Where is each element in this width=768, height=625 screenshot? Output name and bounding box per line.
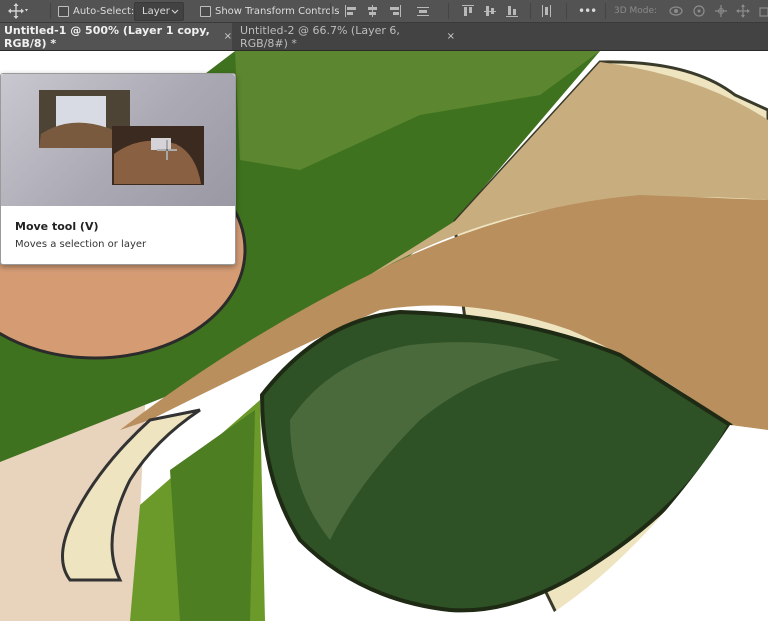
options-bar: Auto-Select: Layer Show Transform Contro…	[0, 0, 768, 23]
separator	[448, 3, 449, 19]
tab-untitled-1[interactable]: Untitled-1 @ 500% (Layer 1 copy, RGB/8) …	[0, 23, 232, 50]
tool-tooltip: Move tool (V) Moves a selection or layer	[0, 73, 236, 265]
align-vertical-centers-icon[interactable]	[484, 5, 496, 17]
chevron-down-icon	[25, 9, 28, 12]
move-tool-button[interactable]	[8, 0, 30, 22]
align-top-edges-icon[interactable]	[462, 5, 474, 17]
tab-label: Untitled-2 @ 66.7% (Layer 6, RGB/8#) *	[240, 23, 400, 50]
orbit-3d-icon[interactable]	[668, 4, 684, 18]
auto-select-checkbox[interactable]	[58, 5, 69, 17]
tooltip-title: Move tool (V)	[15, 220, 99, 233]
tab-label: Untitled-1 @ 500% (Layer 1 copy, RGB/8) …	[4, 23, 210, 50]
chevron-down-icon	[171, 9, 179, 14]
document-tab-bar: Untitled-1 @ 500% (Layer 1 copy, RGB/8) …	[0, 23, 768, 51]
separator	[605, 3, 606, 19]
align-right-edges-icon[interactable]	[389, 5, 401, 17]
close-icon[interactable]: ×	[224, 31, 232, 42]
roll-3d-icon[interactable]	[692, 4, 706, 18]
auto-select-label: Auto-Select:	[73, 5, 135, 17]
distribute-horizontal-icon[interactable]	[417, 5, 429, 17]
separator	[566, 3, 567, 19]
align-bottom-edges-icon[interactable]	[506, 5, 518, 17]
more-options-button[interactable]: •••	[578, 0, 597, 22]
tooltip-description: Moves a selection or layer	[15, 239, 147, 250]
move-tool-icon	[8, 3, 28, 19]
distribute-vertical-icon	[540, 5, 552, 17]
separator	[50, 3, 51, 19]
show-transform-toggle[interactable]: Show Transform Controls	[200, 0, 339, 22]
align-vertical-buttons-group	[462, 0, 518, 22]
align-buttons-group	[345, 0, 429, 22]
slide-3d-icon[interactable]	[736, 4, 750, 18]
3d-mode-label: 3D Mode:	[614, 6, 658, 16]
show-transform-label: Show Transform Controls	[215, 5, 340, 17]
3d-mode-tools	[668, 0, 768, 22]
auto-select-target-dropdown[interactable]: Layer	[134, 2, 184, 21]
separator	[530, 3, 531, 19]
pan-3d-icon[interactable]	[714, 4, 728, 18]
dropdown-value: Layer	[142, 6, 170, 17]
scale-3d-icon[interactable]	[758, 4, 768, 18]
align-horizontal-centers-icon[interactable]	[367, 5, 379, 17]
align-left-edges-icon[interactable]	[345, 5, 357, 17]
show-transform-checkbox[interactable]	[200, 5, 211, 17]
separator	[330, 3, 331, 19]
auto-select-toggle[interactable]: Auto-Select:	[58, 0, 134, 22]
distribute-vertical-button[interactable]	[540, 0, 552, 22]
move-tool-preview	[39, 90, 204, 185]
tab-untitled-2[interactable]: Untitled-2 @ 66.7% (Layer 6, RGB/8#) * ×	[232, 23, 455, 50]
tooltip-preview-image	[1, 74, 235, 206]
close-icon[interactable]: ×	[447, 31, 455, 42]
